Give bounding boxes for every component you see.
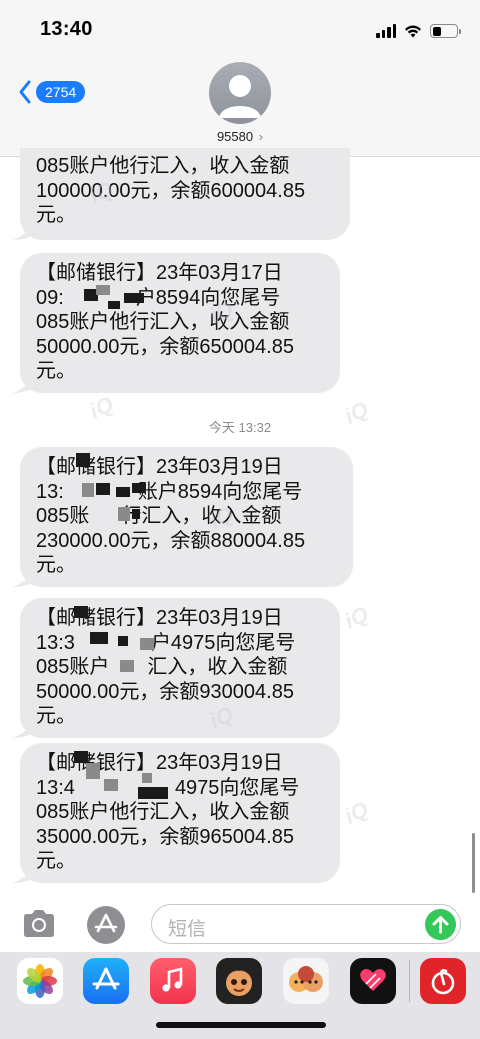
message-line: 元。: [36, 705, 76, 728]
redaction-block: [96, 285, 110, 295]
message-text: 13:4: [36, 776, 75, 799]
redaction-block: [104, 779, 118, 791]
back-button[interactable]: 2754: [18, 80, 86, 104]
message-line: 13:3 户4975向您尾号: [36, 631, 326, 656]
memoji-stickers-app-icon[interactable]: [283, 958, 329, 1004]
unread-count-badge: 2754: [36, 81, 86, 103]
redaction-block: [140, 638, 154, 650]
message-bubble[interactable]: 【邮储银行】23年03月19日 13:3 户4975向您尾号 085账户 汇入，收入…: [13, 598, 340, 738]
message-bubble[interactable]: 【邮储银行】23年03月17日 09: 户8594向您尾号 085账户他行汇入，收…: [13, 253, 340, 393]
person-icon: [219, 75, 261, 118]
message-line: 35000.00元，余额965004.85: [36, 825, 294, 848]
redaction-block: [118, 507, 130, 521]
chevron-right-icon: ›: [258, 129, 264, 144]
message-line: 100000.00元，余额600004.85: [36, 179, 306, 202]
redaction-block: [86, 763, 100, 779]
message-line: 【邮储银行】23年03月17日: [36, 262, 283, 284]
chevron-left-icon: [19, 80, 31, 104]
message-text: 行汇入，收入金额: [121, 505, 282, 528]
message-text: 汇入，收入金额: [147, 656, 288, 679]
redaction-block: [116, 487, 130, 497]
message-line: 085账户他行汇入，收入金额: [36, 311, 290, 334]
netease-music-app-icon[interactable]: [420, 958, 466, 1004]
message-text: 13:3: [36, 631, 75, 654]
message-text: 账户8594向您尾号: [137, 480, 303, 503]
message-line: 09: 户8594向您尾号: [36, 286, 326, 311]
drawer-divider: [409, 960, 410, 1002]
contact-name[interactable]: 95580 ›: [0, 129, 480, 144]
arrow-up-icon: [432, 916, 449, 934]
message-line: 13:4 4975向您尾号: [36, 776, 326, 801]
bubble-tail: [13, 567, 35, 587]
message-line: 元。: [36, 360, 76, 383]
music-app-icon[interactable]: [150, 958, 196, 1004]
status-time: 13:40: [40, 18, 93, 40]
home-indicator[interactable]: [156, 1022, 326, 1028]
message-bubble[interactable]: 【邮储银行】23年03月19日 13:4 4975向您尾号 085账户他行汇入，收…: [13, 743, 340, 883]
app-store-button[interactable]: [87, 906, 125, 944]
redaction-block: [74, 751, 88, 763]
redaction-block: [142, 773, 152, 783]
scrollbar[interactable]: [472, 833, 475, 893]
battery-icon: [430, 24, 461, 38]
message-text: 户4975向您尾号: [150, 631, 296, 654]
message-input-placeholder: 短信: [168, 919, 207, 940]
message-line: 085账 行汇入，收入金额: [36, 504, 339, 529]
message-line: 085账户他行汇入，收入金额: [36, 801, 290, 824]
wifi-icon: [405, 25, 421, 38]
message-line: 元。: [36, 850, 76, 873]
bubble-tail: [13, 220, 35, 240]
redaction-block: [132, 509, 140, 519]
message-text: 085账: [36, 505, 90, 528]
photos-app-icon[interactable]: [17, 958, 63, 1004]
message-text: 4975向您尾号: [174, 776, 300, 799]
message-text: 085账户: [36, 656, 110, 679]
message-bubble[interactable]: 【邮储银行】23年03月19日 13: 账户8594向您尾号 085账 行汇入，收入…: [13, 447, 353, 587]
message-line: 元。: [36, 204, 76, 227]
memoji-app-icon[interactable]: [216, 958, 262, 1004]
message-bubble[interactable]: 085账户他行汇入，收入金额 100000.00元，余额600004.85 元。: [13, 148, 350, 240]
message-line: 50000.00元，余额650004.85: [36, 335, 294, 358]
redaction-block: [124, 293, 144, 303]
redaction-block: [76, 453, 90, 467]
redaction-block: [108, 301, 120, 309]
message-line: 元。: [36, 554, 76, 577]
message-line: 085账户 汇入，收入金额: [36, 655, 326, 680]
compose-bar: 短信: [0, 896, 480, 956]
redaction-block: [96, 483, 110, 495]
cellular-signal-icon: [376, 24, 396, 38]
bubble-tail: [13, 373, 35, 393]
redaction-block: [74, 606, 88, 618]
app-store-icon: [94, 913, 118, 933]
redaction-block: [138, 787, 168, 799]
bubble-tail: [13, 863, 35, 883]
message-text: 13:: [36, 480, 64, 503]
send-button[interactable]: [425, 909, 456, 940]
message-timestamp: 今天 13:32: [208, 420, 272, 435]
camera-icon[interactable]: [20, 906, 58, 942]
redaction-block: [132, 483, 146, 493]
message-line: 50000.00元，余额930004.85: [36, 680, 294, 703]
message-text: 09:: [36, 286, 64, 309]
redaction-block: [90, 632, 108, 644]
redaction-block: [118, 636, 128, 646]
message-line: 230000.00元，余额880004.85: [36, 529, 306, 552]
contact-number: 95580: [216, 129, 254, 144]
redaction-block: [120, 660, 134, 672]
watermark: iQ: [340, 601, 373, 634]
redaction-block: [82, 483, 94, 497]
message-input[interactable]: 短信: [151, 904, 461, 944]
watermark: iQ: [340, 796, 373, 829]
navigation-header: 13:40 2754 95580 ›: [0, 0, 480, 157]
message-line: 085账户他行汇入，收入金额: [36, 155, 290, 177]
bubble-tail: [13, 718, 35, 738]
status-icons: [376, 22, 461, 40]
digital-touch-app-icon[interactable]: [350, 958, 396, 1004]
contact-avatar[interactable]: [209, 62, 271, 124]
app-store-app-icon[interactable]: [83, 958, 129, 1004]
